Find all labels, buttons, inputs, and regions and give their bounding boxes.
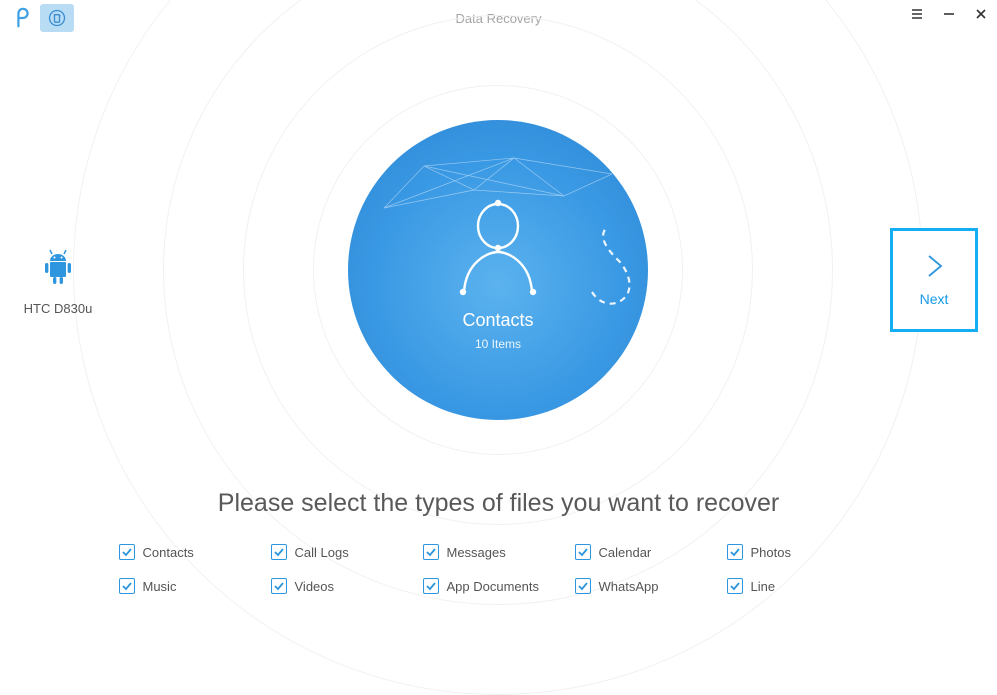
file-type-label: Photos [751,545,791,560]
checkbox-icon [575,578,591,594]
file-type-checkbox-messages[interactable]: Messages [423,544,575,560]
file-type-checkbox-calllogs[interactable]: Call Logs [271,544,423,560]
file-type-checkbox-videos[interactable]: Videos [271,578,423,594]
titlebar-left [0,4,74,32]
minimize-icon[interactable] [933,0,965,28]
file-type-checkbox-music[interactable]: Music [119,578,271,594]
device-name: HTC D830u [18,301,98,316]
file-type-checkbox-appdocs[interactable]: App Documents [423,578,575,594]
close-icon[interactable] [965,0,997,28]
file-type-label: Music [143,579,177,594]
file-type-checkbox-photos[interactable]: Photos [727,544,879,560]
file-type-checkbox-whatsapp[interactable]: WhatsApp [575,578,727,594]
app-logo-icon[interactable] [6,4,40,32]
data-recovery-tab-icon[interactable] [40,4,74,32]
file-type-grid: Contacts Call Logs Messages Calendar Pho… [119,544,879,594]
checkbox-icon [423,578,439,594]
category-preview-circle: Contacts 10 Items [348,120,648,420]
file-type-checkbox-calendar[interactable]: Calendar [575,544,727,560]
next-category-peek-icon [588,224,634,314]
titlebar: Data Recovery [0,0,997,36]
file-type-label: Call Logs [295,545,349,560]
file-type-label: Contacts [143,545,194,560]
category-item-count: 10 Items [475,337,521,351]
file-type-checkbox-line[interactable]: Line [727,578,879,594]
checkbox-icon [575,544,591,560]
instruction-text: Please select the types of files you wan… [0,489,997,518]
contacts-icon [452,198,544,298]
chevron-right-icon [921,253,947,279]
window-controls [901,0,997,28]
file-type-checkbox-contacts[interactable]: Contacts [119,544,271,560]
file-type-label: WhatsApp [599,579,659,594]
file-type-label: Messages [447,545,506,560]
checkbox-icon [271,544,287,560]
checkbox-icon [271,578,287,594]
file-type-label: App Documents [447,579,540,594]
file-type-label: Videos [295,579,335,594]
category-name: Contacts [462,310,533,331]
menu-icon[interactable] [901,0,933,28]
file-type-label: Line [751,579,776,594]
bottom-section: Please select the types of files you wan… [0,489,997,594]
file-type-label: Calendar [599,545,652,560]
app-title: Data Recovery [456,11,542,26]
checkbox-icon [119,578,135,594]
android-icon [40,248,76,288]
checkbox-icon [119,544,135,560]
next-button-label: Next [920,291,949,307]
checkbox-icon [727,578,743,594]
checkbox-icon [423,544,439,560]
next-button[interactable]: Next [890,228,978,332]
checkbox-icon [727,544,743,560]
device-panel: HTC D830u [18,248,98,316]
